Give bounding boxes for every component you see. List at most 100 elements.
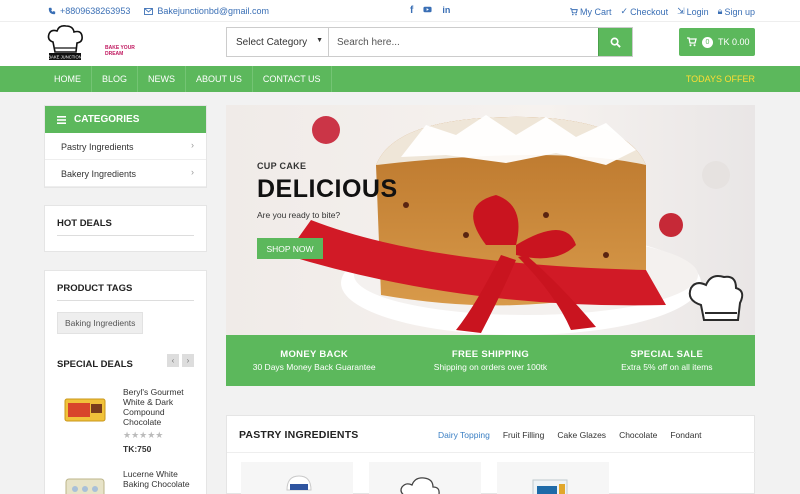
- cart-total: TK 0.00: [718, 37, 750, 47]
- site-logo[interactable]: BAKE JUNCTION BAKE YOUR DREAM: [45, 24, 137, 62]
- categories-title: CATEGORIES: [74, 114, 140, 125]
- deal-item[interactable]: Beryl's Gourmet White & Dark Compound Ch…: [57, 387, 202, 459]
- category-label: Pastry Ingredients: [61, 142, 134, 152]
- site-header: BAKE JUNCTION BAKE YOUR DREAM Select Cat…: [0, 22, 800, 66]
- signup-label: Sign up: [724, 6, 755, 17]
- search-input[interactable]: Search here...: [329, 28, 598, 56]
- product-image: [532, 479, 568, 494]
- next-arrow-icon[interactable]: ›: [182, 354, 194, 367]
- product-card[interactable]: [369, 462, 481, 494]
- checkout-label: Checkout: [630, 6, 669, 17]
- cart-count-badge: 0: [702, 36, 713, 48]
- phone-icon: [48, 7, 56, 15]
- divider: [57, 300, 194, 301]
- pastry-ingredients-section: PASTRY INGREDIENTS Dairy Topping Fruit F…: [226, 415, 756, 494]
- chevron-right-icon: ›: [191, 140, 194, 150]
- login-icon: ⇲: [677, 6, 685, 16]
- facebook-icon[interactable]: f: [410, 5, 413, 17]
- features-strip: MONEY BACK 30 Days Money Back Guarantee …: [226, 335, 755, 386]
- login-label: Login: [686, 6, 709, 17]
- prev-arrow-icon[interactable]: ‹: [167, 354, 179, 367]
- check-icon: ✓: [620, 6, 629, 16]
- feature-desc: 30 Days Money Back Guarantee: [252, 362, 376, 372]
- nav-home[interactable]: HOME: [44, 66, 92, 92]
- main-nav: HOME BLOG NEWS ABOUT US CONTACT US TODAY…: [0, 66, 800, 92]
- signup-link[interactable]: 🔒︎ Sign up: [718, 6, 755, 17]
- phone-number: +8809638263953: [60, 6, 131, 16]
- nav-news[interactable]: NEWS: [138, 66, 187, 92]
- product-image: [286, 475, 312, 491]
- cake-photo: [226, 105, 755, 335]
- nav-contact-us[interactable]: CONTACT US: [253, 66, 332, 92]
- youtube-icon[interactable]: [423, 5, 432, 17]
- tab-fondant[interactable]: Fondant: [670, 430, 701, 440]
- product-card[interactable]: [497, 462, 609, 494]
- todays-offer-link[interactable]: TODAYS OFFER: [686, 74, 755, 84]
- product-tags-title: PRODUCT TAGS: [57, 283, 133, 294]
- product-tabs: Dairy Topping Fruit Filling Cake Glazes …: [438, 430, 702, 440]
- lock-icon: 🔒︎: [717, 6, 723, 16]
- category-label: Bakery Ingredients: [61, 169, 137, 179]
- special-deals-nav: ‹ ›: [167, 354, 194, 367]
- product-tags-panel: PRODUCT TAGS Baking Ingredients SPECIAL …: [44, 270, 207, 494]
- chef-hat-logo-icon: BAKE JUNCTION: [47, 25, 83, 60]
- search-icon: [610, 37, 621, 48]
- special-deals-title: SPECIAL DEALS: [57, 359, 133, 370]
- product-image: [65, 478, 105, 494]
- feature-free-shipping: FREE SHIPPING Shipping on orders over 10…: [402, 335, 578, 386]
- category-item-bakery[interactable]: Bakery Ingredients ›: [45, 160, 206, 187]
- hero-banner: CUP CAKE DELICIOUS Are you ready to bite…: [226, 105, 755, 335]
- hero-title: DELICIOUS: [257, 175, 398, 203]
- search-bar: Select Category ▼ Search here...: [226, 27, 633, 57]
- search-button[interactable]: [598, 28, 632, 56]
- cart-icon: [570, 7, 578, 15]
- nav-about-us[interactable]: ABOUT US: [186, 66, 253, 92]
- email-contact[interactable]: Bakejunctionbd@gmail.com: [144, 6, 269, 16]
- categories-panel: CATEGORIES Pastry Ingredients › Bakery I…: [44, 105, 207, 188]
- envelope-icon: [144, 7, 154, 15]
- rating-stars: ★★★★★: [123, 430, 164, 440]
- feature-money-back: MONEY BACK 30 Days Money Back Guarantee: [226, 335, 402, 386]
- category-select-value: Select Category: [236, 37, 308, 48]
- feature-title: MONEY BACK: [280, 349, 349, 360]
- product-image: [64, 398, 106, 422]
- header-cart-button[interactable]: 0 TK 0.00: [679, 28, 755, 56]
- deal-item[interactable]: Lucerne White Baking Chocolate: [57, 469, 202, 494]
- shop-now-button[interactable]: SHOP NOW: [257, 238, 323, 259]
- category-select[interactable]: Select Category ▼: [227, 28, 329, 56]
- email-address: Bakejunctionbd@gmail.com: [157, 6, 270, 16]
- tab-chocolate[interactable]: Chocolate: [619, 430, 657, 440]
- cart-icon: [687, 37, 697, 47]
- checkout-link[interactable]: ✓ Checkout: [621, 6, 669, 17]
- my-cart-link[interactable]: My Cart: [570, 6, 612, 17]
- my-cart-label: My Cart: [580, 6, 612, 17]
- section-title: PASTRY INGREDIENTS: [239, 429, 359, 441]
- tab-fruit-filling[interactable]: Fruit Filling: [503, 430, 545, 440]
- product-image: [400, 477, 440, 494]
- caret-down-icon: ▼: [316, 37, 323, 44]
- linkedin-icon[interactable]: in: [442, 5, 450, 17]
- svg-text:BAKE JUNCTION: BAKE JUNCTION: [48, 55, 82, 60]
- top-bar: +8809638263953 Bakejunctionbd@gmail.com …: [0, 0, 800, 22]
- login-link[interactable]: ⇲ Login: [677, 6, 709, 17]
- feature-title: FREE SHIPPING: [451, 349, 530, 360]
- phone-contact[interactable]: +8809638263953: [48, 6, 130, 16]
- divider: [227, 452, 756, 453]
- list-icon: [57, 115, 66, 124]
- deal-name: Beryl's Gourmet White & Dark Compound Ch…: [123, 387, 184, 427]
- deal-price: TK:750: [123, 444, 152, 454]
- deal-name: Lucerne White Baking Chocolate: [123, 469, 190, 489]
- product-card[interactable]: [241, 462, 353, 494]
- category-item-pastry[interactable]: Pastry Ingredients ›: [45, 133, 206, 160]
- tab-cake-glazes[interactable]: Cake Glazes: [557, 430, 606, 440]
- feature-desc: Extra 5% off on all items: [621, 362, 713, 372]
- hot-deals-panel: HOT DEALS: [44, 205, 207, 252]
- hero-subtitle: CUP CAKE: [257, 161, 307, 171]
- feature-title: SPECIAL SALE: [630, 349, 704, 360]
- hero-tagline: Are you ready to bite?: [257, 210, 341, 220]
- hot-deals-title: HOT DEALS: [57, 218, 112, 229]
- divider: [57, 235, 194, 236]
- tab-dairy-topping[interactable]: Dairy Topping: [438, 430, 490, 440]
- tag-baking-ingredients[interactable]: Baking Ingredients: [57, 312, 144, 334]
- nav-blog[interactable]: BLOG: [92, 66, 139, 92]
